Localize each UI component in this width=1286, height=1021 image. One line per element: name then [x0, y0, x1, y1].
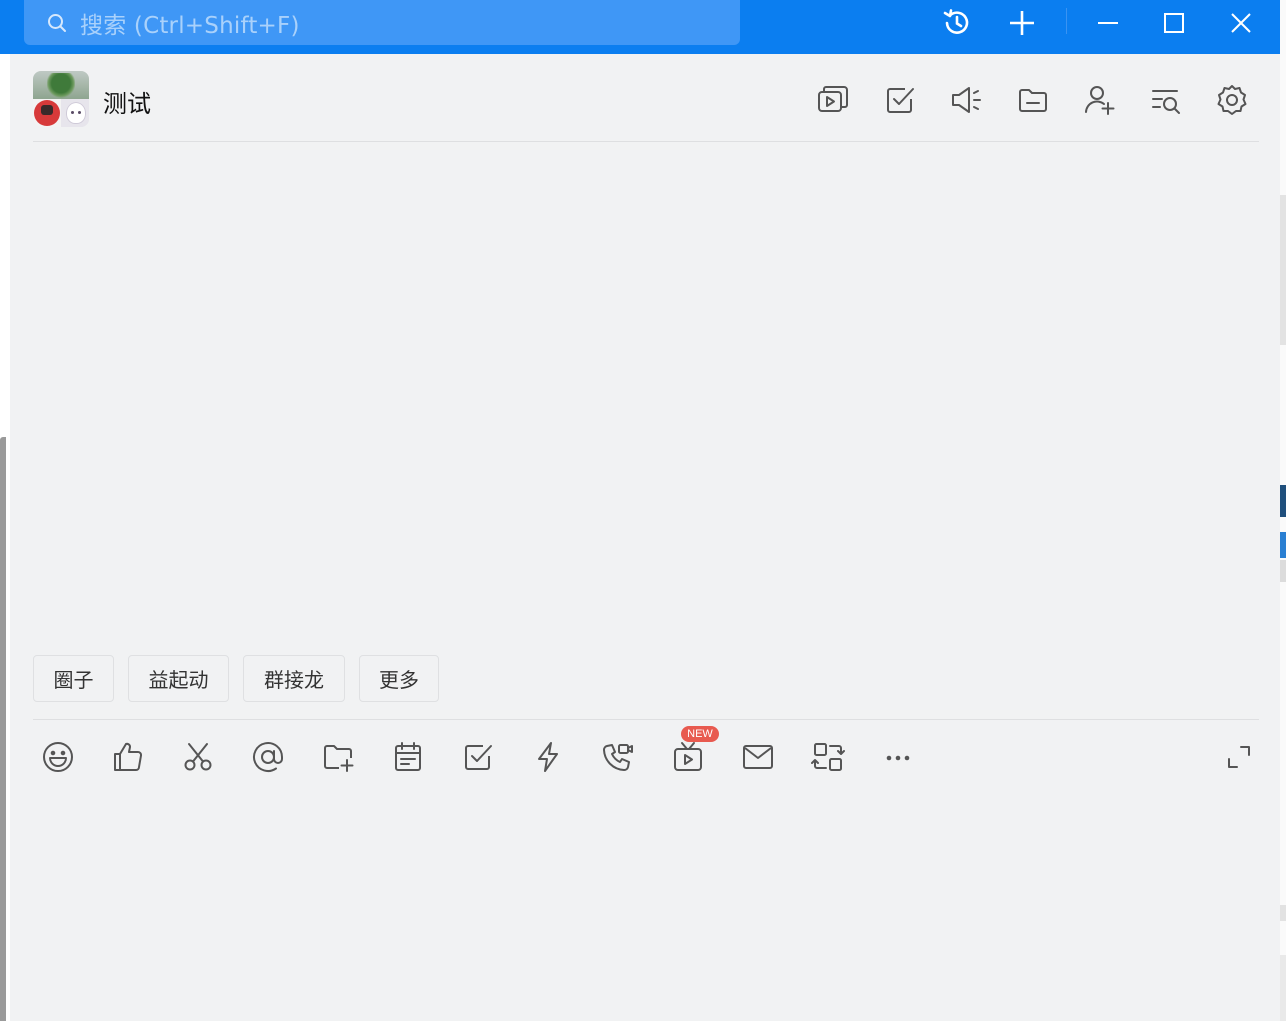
- mention-icon[interactable]: [248, 737, 288, 777]
- thumbs-up-icon[interactable]: [108, 737, 148, 777]
- announcement-icon[interactable]: [946, 80, 986, 120]
- checkbox-icon[interactable]: [458, 737, 498, 777]
- right-edge-segment: [1280, 955, 1286, 1021]
- group-avatar[interactable]: [33, 71, 89, 127]
- composer-divider: [33, 719, 1259, 720]
- search-placeholder: 搜索 (Ctrl+Shift+F): [80, 12, 300, 39]
- quick-action-circle[interactable]: 圈子: [33, 655, 114, 702]
- add-member-icon[interactable]: [1079, 80, 1119, 120]
- more-icon[interactable]: [878, 737, 918, 777]
- message-area: [33, 142, 1259, 642]
- right-edge-segment: [1280, 485, 1286, 517]
- settings-icon[interactable]: [1212, 80, 1252, 120]
- close-icon[interactable]: [1217, 0, 1265, 46]
- calendar-icon[interactable]: [388, 737, 428, 777]
- minimize-icon[interactable]: [1084, 0, 1132, 46]
- video-icon[interactable]: [813, 80, 853, 120]
- mail-icon[interactable]: [738, 737, 778, 777]
- quick-action-yiqidong[interactable]: 益起动: [128, 655, 229, 702]
- emoji-icon[interactable]: [38, 737, 78, 777]
- quick-action-more[interactable]: 更多: [359, 655, 439, 702]
- folder-add-icon[interactable]: [318, 737, 358, 777]
- screen-share-icon[interactable]: [808, 737, 848, 777]
- search-box[interactable]: 搜索 (Ctrl+Shift+F): [24, 0, 740, 45]
- maximize-icon[interactable]: [1150, 0, 1198, 46]
- plus-icon[interactable]: [998, 0, 1046, 46]
- right-edge-segment: [1280, 195, 1286, 345]
- quick-action-group-chain[interactable]: 群接龙: [243, 655, 345, 702]
- folder-icon[interactable]: [1013, 80, 1053, 120]
- search-icon: [46, 12, 68, 34]
- right-edge-segment: [1280, 532, 1286, 558]
- phone-video-icon[interactable]: [598, 737, 638, 777]
- expand-icon[interactable]: [1219, 737, 1259, 777]
- search-history-icon[interactable]: [1146, 80, 1186, 120]
- right-edge-segment: [1280, 905, 1286, 921]
- chat-title: 测试: [103, 90, 151, 118]
- lightning-icon[interactable]: [528, 737, 568, 777]
- scissors-icon[interactable]: [178, 737, 218, 777]
- right-edge-segment: [1280, 560, 1286, 582]
- live-tv-icon[interactable]: [668, 737, 708, 777]
- history-icon[interactable]: [933, 0, 981, 46]
- left-scrollbar[interactable]: [0, 437, 6, 1021]
- title-bar: 搜索 (Ctrl+Shift+F): [0, 0, 1280, 54]
- message-input[interactable]: [33, 790, 1259, 1010]
- new-badge: NEW: [681, 726, 719, 742]
- todo-check-icon[interactable]: [880, 80, 920, 120]
- titlebar-separator: [1066, 8, 1067, 34]
